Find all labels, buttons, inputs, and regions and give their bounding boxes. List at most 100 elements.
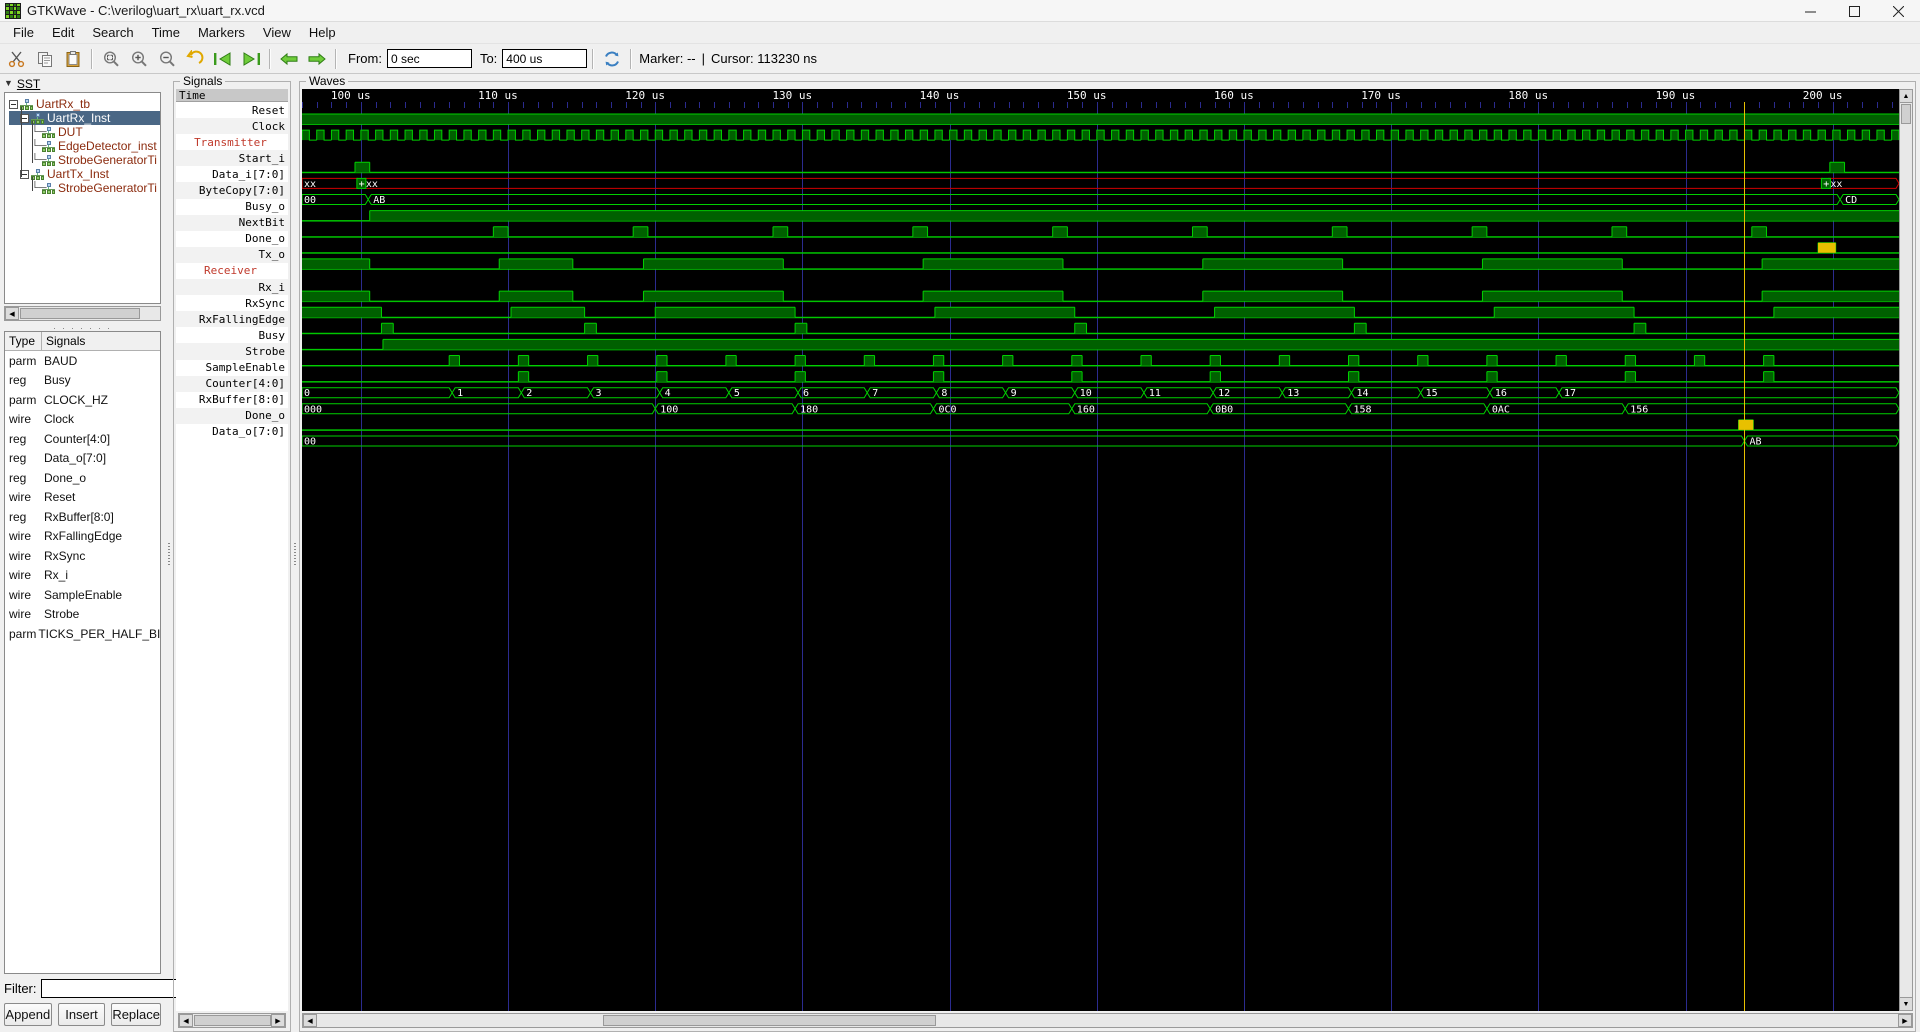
menu-time[interactable]: Time: [143, 23, 189, 42]
signal-name-row[interactable]: Reset: [176, 102, 288, 118]
signal-table-row[interactable]: wire RxSync: [5, 546, 160, 566]
column-header-signals[interactable]: Signals: [42, 332, 85, 350]
goto-end-icon[interactable]: [238, 46, 264, 72]
forward-icon[interactable]: [304, 46, 330, 72]
paste-icon[interactable]: [60, 46, 86, 72]
signal-table-row[interactable]: parm TICKS_PER_HALF_BIT: [5, 624, 160, 644]
copy-icon[interactable]: [32, 46, 58, 72]
sst-horizontal-scrollbar[interactable]: ◀: [4, 306, 161, 321]
sst-tree-panel[interactable]: UartRx_tb UartRx_Inst └─ DUT └─ EdgeDetector_…: [4, 92, 161, 304]
signal-table-row[interactable]: parm BAUD: [5, 351, 160, 371]
signal-table-row[interactable]: reg Busy: [5, 371, 160, 391]
signal-name-row[interactable]: NextBit: [176, 214, 288, 231]
signal-name-row[interactable]: Clock: [176, 118, 288, 135]
signal-name-row[interactable]: RxBuffer[8:0]: [176, 392, 288, 408]
signal-name-row[interactable]: RxSync: [176, 295, 288, 311]
signal-name-row[interactable]: Counter[4:0]: [176, 375, 288, 392]
expander-icon[interactable]: [9, 99, 18, 109]
waveform-row-rxsync: [302, 306, 1899, 319]
menu-markers[interactable]: Markers: [189, 23, 254, 42]
signal-table-row[interactable]: wire Strobe: [5, 605, 160, 625]
insert-button[interactable]: Insert: [57, 1003, 106, 1026]
cut-icon[interactable]: [4, 46, 30, 72]
signal-table-row[interactable]: parm CLOCK_HZ: [5, 390, 160, 410]
waveform-row-sampleenable: [302, 371, 1899, 383]
waveform-row-reset: [302, 113, 1899, 125]
zoom-in-icon[interactable]: [126, 46, 152, 72]
signal-table-row[interactable]: wire Clock: [5, 410, 160, 430]
append-button[interactable]: Append: [4, 1003, 52, 1026]
signal-name-row[interactable]: Done_o: [176, 231, 288, 247]
signal-name-row[interactable]: Transmitter: [176, 134, 288, 150]
signal-name-row[interactable]: ByteCopy[7:0]: [176, 182, 288, 199]
replace-button[interactable]: Replace: [111, 1003, 162, 1026]
wave-scroll-left-icon[interactable]: ◀: [303, 1014, 317, 1027]
names-waves-splitter[interactable]: [291, 75, 299, 1032]
zoom-fit-icon[interactable]: [98, 46, 124, 72]
to-input[interactable]: [502, 49, 588, 68]
time-ruler[interactable]: 100 us 110 us 120 us 130 us 140 us 150 us 160 …: [302, 89, 1899, 102]
zoom-out-icon[interactable]: [154, 46, 180, 72]
minimize-button[interactable]: [1788, 0, 1832, 22]
signal-table-row[interactable]: reg RxBuffer[8:0]: [5, 507, 160, 527]
signal-type: wire: [9, 490, 32, 505]
names-scroll-right-icon[interactable]: ▶: [271, 1014, 285, 1027]
tree-line: [32, 177, 33, 191]
signal-name-row[interactable]: Start_i: [176, 150, 288, 167]
signal-name-row[interactable]: Strobe: [176, 343, 288, 360]
signal-name-row[interactable]: Done_o: [176, 407, 288, 424]
signal-name-row[interactable]: Data_i[7:0]: [176, 166, 288, 182]
panel-resize-grip[interactable]: . . . . . . .: [0, 321, 165, 331]
signal-table-row[interactable]: reg Data_o[7:0]: [5, 449, 160, 469]
sst-header[interactable]: ▼ SST: [0, 75, 165, 92]
scrollbar-thumb[interactable]: [20, 308, 140, 319]
from-input[interactable]: [386, 49, 472, 68]
sst-node-uartrx-tb[interactable]: UartRx_tb: [9, 97, 160, 111]
close-button[interactable]: [1876, 0, 1920, 22]
signal-table-panel[interactable]: Type Signals parm BAUD reg Busy parm CLOCK_HZ…: [4, 331, 161, 974]
names-scrollbar-thumb[interactable]: [194, 1015, 271, 1026]
signal-name-row[interactable]: Receiver: [176, 263, 288, 279]
menu-file[interactable]: File: [4, 23, 43, 42]
column-header-type[interactable]: Type: [5, 332, 42, 350]
menu-help[interactable]: Help: [300, 23, 345, 42]
signal-name-row[interactable]: Busy_o: [176, 199, 288, 215]
signal-names-list[interactable]: Reset Clock Transmitter Start_i Data_i[7:0] B…: [176, 102, 288, 1011]
reload-icon[interactable]: [599, 46, 625, 72]
wave-scroll-right-icon[interactable]: ▶: [1898, 1014, 1912, 1027]
svg-text:4: 4: [665, 388, 671, 399]
signal-name-row[interactable]: SampleEnable: [176, 360, 288, 376]
signal-table-row[interactable]: reg Counter[4:0]: [5, 429, 160, 449]
scroll-left-icon[interactable]: ◀: [5, 307, 19, 320]
signal-name-row[interactable]: Tx_o: [176, 246, 288, 263]
zoom-undo-icon[interactable]: [182, 46, 208, 72]
vertical-splitter[interactable]: [165, 75, 173, 1032]
names-horizontal-scrollbar[interactable]: ◀ ▶: [178, 1013, 286, 1028]
time-column-header[interactable]: Time: [176, 89, 288, 102]
signal-table-row[interactable]: reg Done_o: [5, 468, 160, 488]
back-icon[interactable]: [276, 46, 302, 72]
signal-table-row[interactable]: wire Rx_i: [5, 566, 160, 586]
signal-table-row[interactable]: wire Reset: [5, 488, 160, 508]
signal-name-row[interactable]: Rx_i: [176, 279, 288, 296]
waveform-row-busy: [302, 338, 1899, 351]
maximize-button[interactable]: [1832, 0, 1876, 22]
signal-name-row[interactable]: Data_o[7:0]: [176, 424, 288, 440]
names-scroll-left-icon[interactable]: ◀: [179, 1014, 193, 1027]
signal-name-row[interactable]: RxFallingEdge: [176, 311, 288, 328]
signal-name-row[interactable]: Busy: [176, 327, 288, 343]
signal-table-row[interactable]: wire SampleEnable: [5, 585, 160, 605]
wave-vertical-scrollbar[interactable]: ▲ ▼: [1899, 89, 1913, 1011]
wave-vscrollbar-thumb[interactable]: [1901, 104, 1911, 124]
wave-hscrollbar-thumb[interactable]: [603, 1015, 936, 1026]
waveform-canvas[interactable]: xx xx xx + +00 AB CD 0 1 2 3 4 5 6 7 8 9 10 11 12 13 14 15 16 17…: [302, 102, 1899, 1011]
wave-scroll-down-icon[interactable]: ▼: [1900, 997, 1912, 1010]
wave-scroll-up-icon[interactable]: ▲: [1900, 90, 1912, 103]
wave-horizontal-scrollbar[interactable]: ◀ ▶: [302, 1013, 1913, 1028]
menu-search[interactable]: Search: [83, 23, 142, 42]
waveform-row-data-i-7-0-: xx xx xx+ +: [302, 177, 1899, 190]
menu-edit[interactable]: Edit: [43, 23, 83, 42]
menu-view[interactable]: View: [254, 23, 300, 42]
goto-start-icon[interactable]: [210, 46, 236, 72]
signal-table-row[interactable]: wire RxFallingEdge: [5, 527, 160, 547]
